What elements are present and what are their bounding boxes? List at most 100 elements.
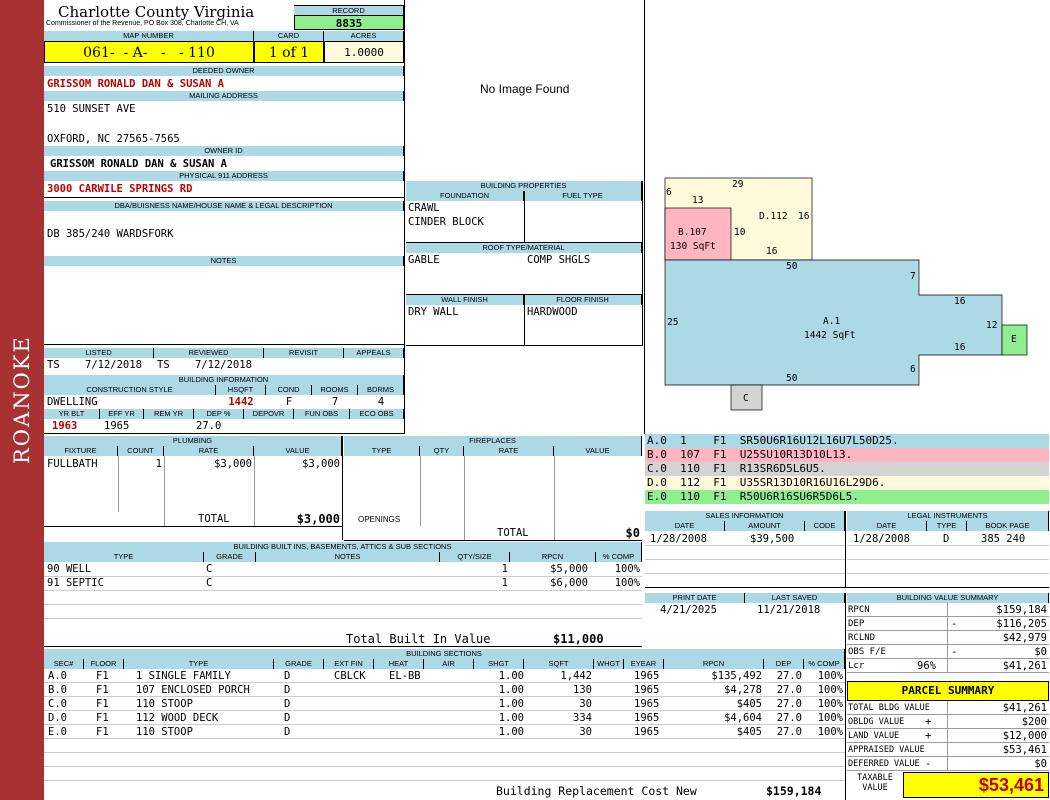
sec: B.0 — [48, 684, 67, 696]
divider — [642, 181, 643, 346]
foundation-1: CRAWL — [408, 202, 440, 214]
bvs-label: OBS F/E — [848, 647, 886, 657]
rpcn: $405 — [736, 726, 762, 738]
divider — [524, 295, 525, 345]
last-saved: 11/21/2018 — [757, 604, 821, 616]
physical-address: 3000 CARWILE SPRINGS RD — [47, 183, 193, 195]
row-line — [44, 590, 642, 591]
col-comp: % COMP — [804, 659, 845, 669]
bvs-value: $116,205 — [996, 618, 1047, 630]
plumbing-total: $3,000 — [296, 512, 340, 526]
bi-grade-label: GRADE — [204, 552, 256, 562]
parcel-label: DEFERRED VALUE — [848, 759, 920, 769]
sale-date-label: DATE — [645, 521, 725, 531]
record-value: 8835 — [294, 15, 404, 30]
row-line — [645, 573, 845, 574]
label-c: C — [743, 393, 749, 404]
taxable-value: $53,461 — [903, 772, 1049, 798]
building-properties-title: BUILDING PROPERTIES — [406, 181, 642, 191]
parcel-label: LAND VALUE — [848, 731, 900, 741]
listed-label: LISTED — [44, 348, 154, 358]
map-number: 061- - A- - - 110 — [44, 41, 254, 63]
col-shgt: SHGT — [474, 659, 524, 669]
shgt: 1.00 — [498, 684, 524, 696]
reviewed-label: REVIEWED — [154, 348, 264, 358]
card-number: 1 of 1 — [254, 41, 324, 63]
yrblt-label: YR BLT — [44, 409, 100, 419]
building-sketch: B.107 130 SqFt D.112 A.1 1442 SqFt C E 6… — [646, 170, 1050, 432]
legal-date-label: DATE — [847, 521, 927, 531]
parcel-value: $0 — [1034, 758, 1047, 770]
shgt: 1.00 — [498, 712, 524, 724]
type: 110 STOOP — [136, 698, 193, 710]
eyear: 1965 — [634, 712, 660, 724]
bi-type: 90 WELL — [47, 563, 92, 575]
fixture: FULLBATH — [47, 458, 98, 470]
segment-row: B.0 107 F1 U25SU10R13D10L13. — [645, 448, 1049, 462]
dim-3: 29 — [732, 179, 744, 190]
effyr-label: EFF YR — [100, 409, 144, 419]
parcel-value: $53,461 — [1002, 744, 1047, 756]
dim-5: 10 — [734, 227, 746, 238]
sale-amount: $39,500 — [750, 533, 795, 545]
parcel-row: APPRAISED VALUE $53,461 — [847, 743, 1049, 757]
dep: 27.0 — [776, 684, 802, 696]
rpcn: $135,492 — [711, 670, 762, 682]
dim-2: 13 — [692, 195, 704, 206]
col-eyear: EYEAR — [624, 659, 664, 669]
reviewed-date: 7/12/2018 — [195, 359, 252, 371]
segment-row: A.0 1 F1 SR50U6R16U12L16U7L50D25. — [645, 434, 1049, 448]
comp: 100% — [817, 726, 843, 738]
divider — [420, 456, 421, 526]
bi-comp: 100% — [614, 563, 640, 575]
record-label: RECORD — [294, 5, 404, 15]
bvs-label: DEP — [848, 619, 865, 629]
plumbing-title: PLUMBING — [44, 436, 342, 446]
appeals-label: APPEALS — [344, 348, 404, 358]
plumbing-total-label: TOTAL — [198, 513, 230, 525]
depreciation: 27.0 — [196, 420, 222, 432]
legal-type-label: TYPE — [927, 521, 967, 531]
bvs-row: RCLND $42,979 — [847, 631, 1049, 645]
fireplace-total: $0 — [625, 526, 640, 540]
bvs-table: RPCN $159,184 DEP - $116,205 RCLND $42,9… — [847, 603, 1049, 673]
parcel-summary-title: PARCEL SUMMARY — [847, 681, 1049, 701]
legal-description: DB 385/240 WARDSFORK — [47, 228, 174, 240]
county-sidebar: ROANOKE — [0, 0, 44, 800]
segment-row: C.0 110 F1 R13SR6D5L6U5. — [645, 462, 1049, 476]
col-floor: FLOOR — [84, 659, 124, 669]
rate-label: RATE — [164, 446, 254, 456]
listed-date: 7/12/2018 — [85, 359, 142, 371]
builtin-total-label: Total Built In Value — [346, 632, 491, 646]
dep: 27.0 — [776, 712, 802, 724]
sec: C.0 — [48, 698, 67, 710]
builtins-title: BUILDING BUILT INS, BASEMENTS, ATTICS & … — [44, 542, 642, 552]
year-built: 1963 — [52, 420, 78, 432]
dim-10: 25 — [667, 317, 679, 328]
bvs-value: $159,184 — [996, 604, 1047, 616]
comp: 100% — [817, 698, 843, 710]
floor: F1 — [96, 726, 109, 738]
label-e: E — [1011, 334, 1017, 345]
fp-type-label: TYPE — [344, 446, 420, 456]
dba-label: DBA/BUISNESS NAME/HOUSE NAME & LEGAL DES… — [44, 201, 404, 211]
dim-12: 16 — [954, 342, 966, 353]
label-a: A.1 — [823, 316, 841, 327]
fixture-value: $3,000 — [302, 458, 340, 470]
row-line — [847, 573, 1049, 574]
dep-label: DEP % — [194, 409, 244, 419]
dim-1: 6 — [666, 187, 672, 198]
bvs-row: OBS F/E - $0 — [847, 645, 1049, 659]
grade: D — [284, 698, 291, 710]
owner-id-label: OWNER ID — [44, 146, 404, 156]
floor: F1 — [96, 712, 109, 724]
parcel-sign: + — [925, 716, 932, 728]
last-saved-label: LAST SAVED — [745, 593, 845, 603]
fuel-type-label: FUEL TYPE — [524, 191, 642, 201]
bi-grade: C — [206, 577, 213, 589]
parcel-label: APPRAISED VALUE — [848, 745, 925, 755]
type: 112 WOOD DECK — [136, 712, 219, 724]
grade: D — [284, 726, 291, 738]
table-row — [44, 739, 845, 753]
row-line — [44, 604, 642, 605]
